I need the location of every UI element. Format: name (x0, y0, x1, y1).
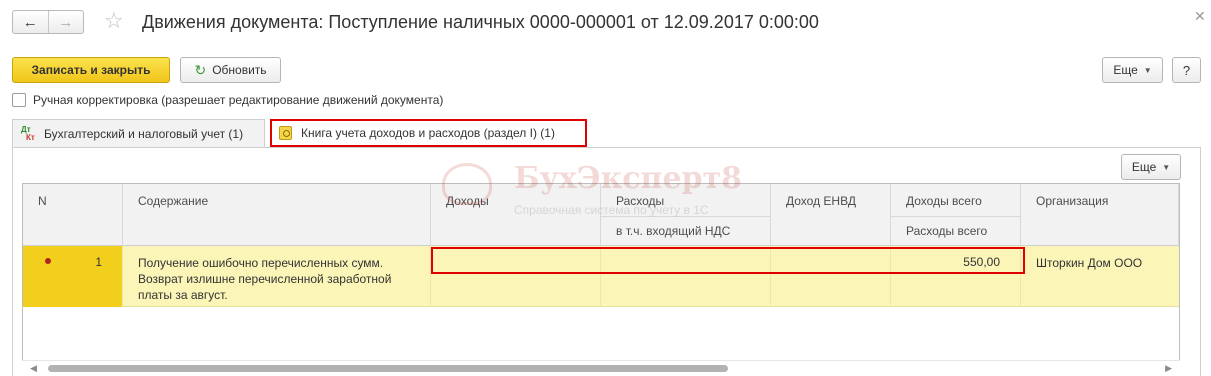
tab-accounting[interactable]: Дт Кт Бухгалтерский и налоговый учет (1) (12, 119, 265, 147)
column-organization-label: Организация (1036, 194, 1109, 208)
refresh-label: Обновить (212, 63, 267, 77)
row-content-line2: Возврат излишне перечисленной заработной (138, 272, 392, 286)
save-and-close-button[interactable]: Записать и закрыть (12, 57, 170, 83)
row-content: Получение ошибочно перечисленных сумм. В… (138, 255, 391, 303)
cell-expenses[interactable] (601, 246, 771, 307)
navigation-buttons: ← → (12, 10, 84, 34)
column-envd-income-label: Доход ЕНВД (786, 194, 856, 208)
tab-income-expense-book-label: Книга учета доходов и расходов (раздел I… (301, 126, 555, 140)
save-and-close-label: Записать и закрыть (31, 63, 151, 77)
row-marker-icon (45, 258, 51, 264)
arrow-left-icon[interactable]: ← (13, 11, 49, 33)
column-content-label: Содержание (138, 194, 209, 208)
star-icon[interactable]: ☆ (104, 9, 124, 33)
column-header-content[interactable]: Содержание (123, 184, 431, 246)
column-header-n[interactable]: N (23, 184, 123, 246)
help-label: ? (1182, 62, 1191, 78)
column-header-envd-income[interactable]: Доход ЕНВД (771, 184, 891, 246)
scrollbar-thumb[interactable] (48, 365, 728, 372)
cell-organization[interactable]: Шторкин Дом ООО (1021, 246, 1179, 307)
column-total-income-label: Доходы всего (906, 194, 982, 208)
row-content-line1: Получение ошибочно перечисленных сумм. (138, 256, 384, 270)
column-income-label: Доходы (446, 194, 489, 208)
dt-kt-icon: Дт Кт (21, 124, 35, 142)
title-bar: ← → ☆ Движения документа: Поступление на… (0, 0, 1211, 46)
scroll-left-icon[interactable]: ◀ (30, 363, 37, 374)
row-number: 1 (95, 255, 102, 269)
table-more-button[interactable]: Еще ▼ (1121, 154, 1181, 180)
chevron-down-icon: ▼ (1162, 162, 1171, 172)
movements-table: N Содержание Доходы Расходы в т.ч. входя… (22, 183, 1180, 376)
table-more-label: Еще (1131, 160, 1157, 174)
refresh-icon: ↻ (194, 61, 207, 78)
manual-correction-label[interactable]: Ручная корректировка (разрешает редактир… (33, 93, 443, 107)
cell-income[interactable] (431, 246, 601, 307)
tab-income-expense-book[interactable]: Книга учета доходов и расходов (раздел I… (270, 119, 587, 147)
cell-content[interactable]: Получение ошибочно перечисленных сумм. В… (123, 246, 431, 307)
manual-correction-row: Ручная корректировка (разрешает редактир… (12, 93, 443, 107)
scroll-right-icon[interactable]: ▶ (1165, 363, 1172, 374)
more-button[interactable]: Еще ▼ (1102, 57, 1163, 83)
cell-n[interactable]: 1 (23, 246, 123, 307)
chevron-down-icon: ▼ (1143, 65, 1152, 75)
column-header-expenses-vat: в т.ч. входящий НДС (601, 216, 770, 238)
column-total-expenses-label: Расходы всего (906, 224, 988, 238)
tab-accounting-label: Бухгалтерский и налоговый учет (1) (44, 126, 244, 141)
column-expenses-vat-label: в т.ч. входящий НДС (616, 224, 731, 238)
column-n-label: N (38, 194, 47, 208)
row-total: 550,00 (963, 255, 1000, 269)
table-header: N Содержание Доходы Расходы в т.ч. входя… (23, 184, 1179, 246)
row-organization: Шторкин Дом ООО (1036, 256, 1143, 270)
column-header-organization[interactable]: Организация (1021, 184, 1179, 246)
cell-total[interactable]: 550,00 (891, 246, 1021, 307)
more-label: Еще (1113, 63, 1138, 77)
row-content-line3: платы за август. (138, 288, 228, 302)
horizontal-scrollbar[interactable]: ◀ ▶ (22, 360, 1180, 376)
close-icon[interactable]: ✕ (1194, 8, 1206, 25)
column-header-income[interactable]: Доходы (431, 184, 601, 246)
table-row[interactable]: 1 Получение ошибочно перечисленных сумм.… (23, 246, 1179, 307)
refresh-button[interactable]: ↻ Обновить (180, 57, 281, 83)
column-header-total-income[interactable]: Доходы всего Расходы всего (891, 184, 1021, 246)
cell-envd-income[interactable] (771, 246, 891, 307)
book-icon (279, 126, 292, 140)
manual-correction-checkbox[interactable] (12, 93, 26, 107)
arrow-right-icon[interactable]: → (49, 11, 84, 33)
page-title: Движения документа: Поступление наличных… (142, 12, 819, 32)
help-button[interactable]: ? (1172, 57, 1201, 83)
column-header-total-expenses: Расходы всего (891, 216, 1020, 238)
column-header-expenses[interactable]: Расходы в т.ч. входящий НДС (601, 184, 771, 246)
column-expenses-label: Расходы (616, 194, 665, 208)
